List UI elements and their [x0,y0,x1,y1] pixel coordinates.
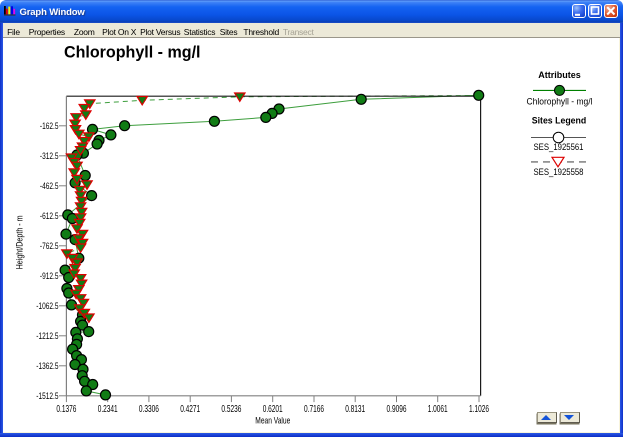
svg-text:Chlorophyll - mg/l: Chlorophyll - mg/l [527,96,593,106]
svg-text:1.0061: 1.0061 [428,404,448,415]
svg-text:Mean Value: Mean Value [255,415,290,425]
svg-text:0.8131: 0.8131 [345,404,365,415]
svg-text:-1062.5: -1062.5 [36,301,58,312]
svg-text:0.6201: 0.6201 [263,404,283,415]
svg-text:0.9096: 0.9096 [387,404,407,415]
svg-text:-162.5: -162.5 [40,121,59,132]
svg-text:0.2341: 0.2341 [98,404,118,415]
svg-text:-462.5: -462.5 [40,181,59,192]
svg-text:-312.5: -312.5 [40,151,59,162]
svg-text:-1512.5: -1512.5 [36,391,58,402]
svg-text:0.5236: 0.5236 [221,404,241,415]
svg-text:0.3306: 0.3306 [139,404,159,415]
svg-text:SES_1925561: SES_1925561 [534,142,584,153]
svg-text:Chlorophyll - mg/l: Chlorophyll - mg/l [64,44,201,62]
svg-text:-1362.5: -1362.5 [36,361,58,372]
svg-text:-762.5: -762.5 [40,241,59,252]
svg-text:-1212.5: -1212.5 [36,331,58,342]
svg-text:-612.5: -612.5 [40,211,59,222]
svg-text:1.1026: 1.1026 [469,404,489,415]
svg-text:0.7166: 0.7166 [304,404,324,415]
svg-text:0.4271: 0.4271 [180,404,200,415]
svg-text:Sites Legend: Sites Legend [532,116,587,126]
svg-text:-912.5: -912.5 [40,271,59,282]
svg-text:Height/Depth - m: Height/Depth - m [14,215,24,269]
svg-text:SES_1925558: SES_1925558 [534,167,584,178]
svg-text:Attributes: Attributes [538,70,581,80]
svg-text:0.1376: 0.1376 [56,404,76,415]
